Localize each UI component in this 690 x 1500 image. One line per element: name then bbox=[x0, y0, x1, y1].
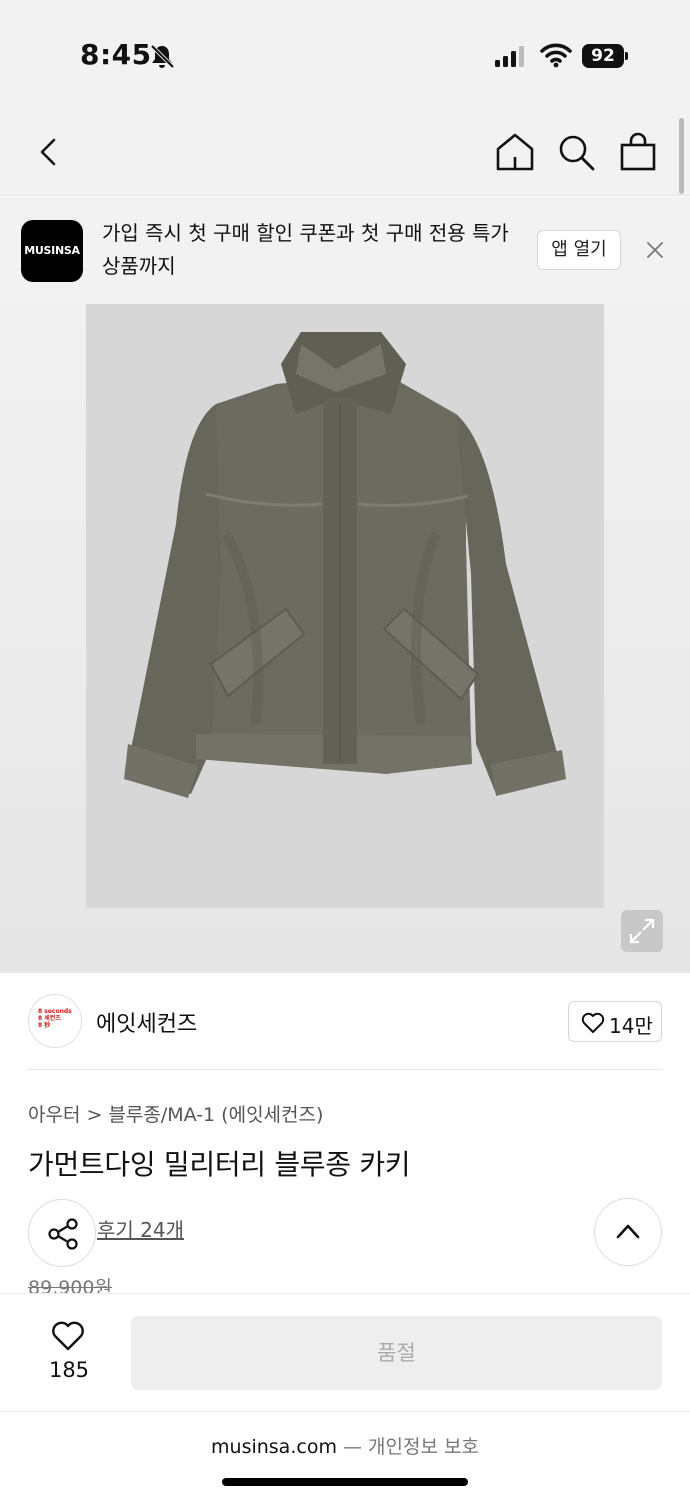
wifi-icon bbox=[540, 43, 572, 68]
home-indicator[interactable] bbox=[222, 1478, 468, 1486]
banner-message: 가입 즉시 첫 구매 할인 쿠폰과 첫 구매 전용 특가 상품까지 bbox=[102, 221, 509, 278]
cellular-signal-icon bbox=[495, 46, 524, 67]
like-brand-button[interactable]: 14만 bbox=[568, 1001, 662, 1042]
jacket-illustration bbox=[124, 332, 566, 798]
heart-icon bbox=[581, 1012, 605, 1033]
browser-address[interactable]: musinsa.com — 개인정보 보호 bbox=[0, 1432, 690, 1459]
brand-logo-line: 8 seconds bbox=[38, 1008, 72, 1015]
brand-like-count: 14만 bbox=[609, 1014, 653, 1038]
privacy-text: 개인정보 보호 bbox=[368, 1436, 479, 1458]
brand-row: 8 seconds 8 세컨즈 8 秒 에잇세컨즈 14만 bbox=[28, 994, 662, 1070]
share-icon bbox=[48, 1218, 78, 1250]
status-time: 8:45 bbox=[80, 38, 152, 71]
scroll-top-button[interactable] bbox=[594, 1198, 662, 1266]
product-image-area bbox=[0, 304, 690, 973]
wishlist-count: 185 bbox=[48, 1358, 90, 1382]
bell-muted-icon bbox=[150, 44, 175, 69]
brand-name[interactable]: 에잇세컨즈 bbox=[96, 1006, 197, 1038]
home-icon[interactable] bbox=[495, 132, 535, 172]
top-nav-bar bbox=[0, 110, 690, 196]
breadcrumb: 아우터 > 블루종/MA-1 (에잇세컨즈) bbox=[28, 1100, 323, 1127]
musinsa-logo: MUSINSA bbox=[21, 220, 83, 282]
breadcrumb-subcategory[interactable]: 블루종/MA-1 (에잇세컨즈) bbox=[108, 1104, 323, 1126]
chevron-up-icon bbox=[616, 1224, 640, 1239]
brand-logo-line: 8 秒 bbox=[38, 1022, 51, 1029]
open-app-button[interactable]: 앱 열기 bbox=[537, 230, 621, 270]
brand-logo-line: 8 세컨즈 bbox=[38, 1015, 61, 1022]
scrollbar[interactable] bbox=[679, 118, 684, 194]
domain-text: musinsa.com bbox=[211, 1436, 337, 1458]
bottom-action-bar: 185 품절 bbox=[0, 1293, 690, 1411]
back-icon[interactable] bbox=[30, 132, 70, 172]
wishlist-button[interactable]: 185 bbox=[34, 1314, 104, 1384]
battery-tip bbox=[625, 52, 628, 60]
battery-level: 92 bbox=[582, 44, 624, 68]
search-icon[interactable] bbox=[556, 132, 596, 172]
product-image[interactable] bbox=[86, 304, 604, 908]
review-link[interactable]: 후기 24개 bbox=[97, 1214, 184, 1243]
breadcrumb-category[interactable]: 아우터 bbox=[28, 1104, 80, 1126]
status-bar: 8:45 92 bbox=[0, 0, 690, 110]
breadcrumb-separator: > bbox=[86, 1104, 103, 1126]
close-icon[interactable] bbox=[644, 239, 666, 261]
domain-separator: — bbox=[336, 1436, 369, 1458]
app-install-banner: MUSINSA 가입 즉시 첫 구매 할인 쿠폰과 첫 구매 전용 특가 상품까… bbox=[0, 197, 690, 305]
share-button[interactable] bbox=[28, 1199, 96, 1267]
soldout-button: 품절 bbox=[131, 1316, 662, 1390]
shopping-bag-icon[interactable] bbox=[618, 132, 658, 172]
product-title: 가먼트다잉 밀리터리 블루종 카키 bbox=[28, 1148, 411, 1181]
browser-footer: musinsa.com — 개인정보 보호 bbox=[0, 1411, 690, 1500]
brand-logo[interactable]: 8 seconds 8 세컨즈 8 秒 bbox=[28, 994, 82, 1048]
expand-image-button[interactable] bbox=[621, 910, 663, 952]
heart-icon bbox=[52, 1321, 84, 1351]
expand-icon bbox=[629, 918, 655, 944]
battery-indicator: 92 bbox=[582, 44, 628, 68]
